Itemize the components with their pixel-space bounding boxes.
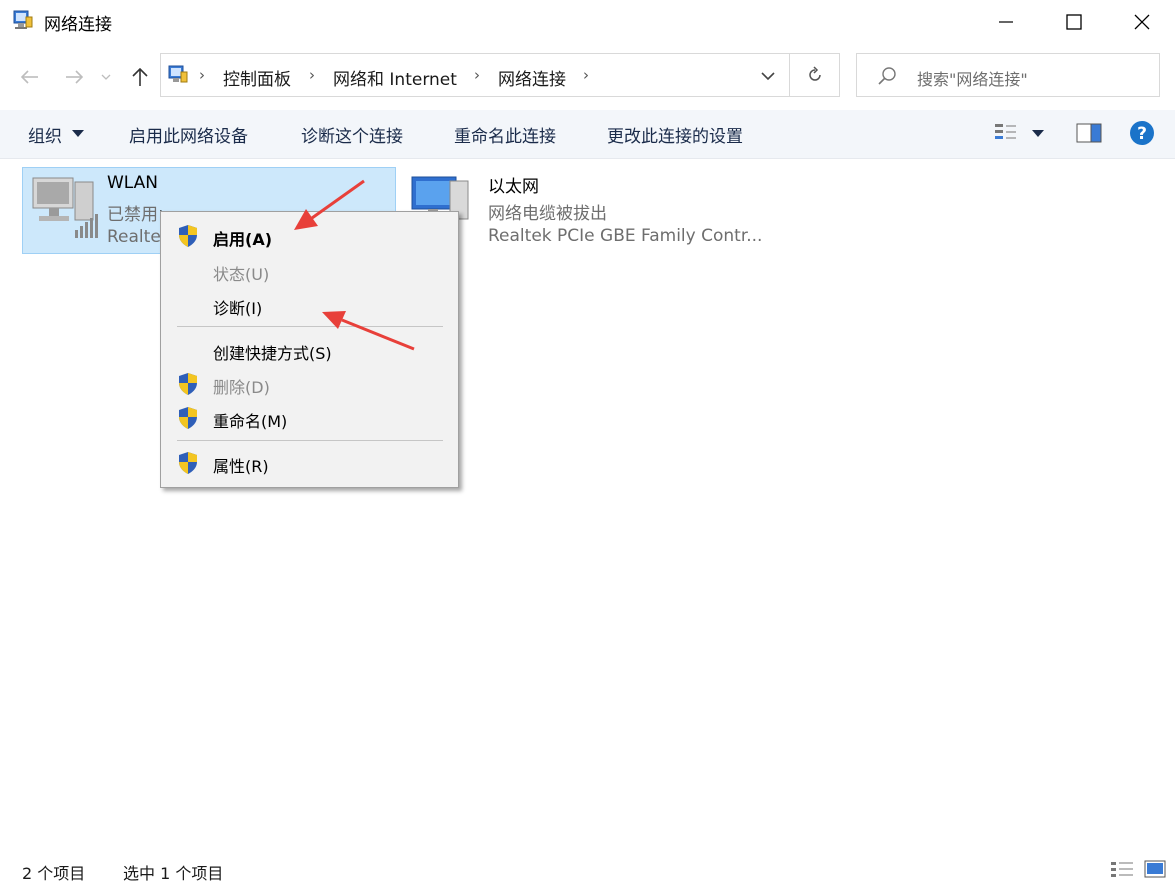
item-name: 以太网	[488, 177, 539, 197]
enable-device-button[interactable]: 启用此网络设备	[129, 122, 248, 147]
organize-menu[interactable]: 组织	[28, 122, 62, 147]
maximize-icon	[1066, 14, 1082, 30]
shield-icon	[179, 225, 197, 247]
arrow-left-icon	[21, 70, 38, 84]
breadcrumb-control-panel[interactable]: 控制面板	[223, 65, 291, 90]
rename-button[interactable]: 重命名此连接	[454, 122, 556, 147]
item-count: 2 个项目	[22, 864, 86, 883]
change-settings-button[interactable]: 更改此连接的设置	[607, 122, 743, 147]
breadcrumb-separator-icon: ›	[583, 66, 589, 84]
maximize-button[interactable]	[1040, 0, 1108, 44]
help-icon[interactable]: ?	[1129, 120, 1155, 146]
menu-item-delete[interactable]: 删除(D)	[213, 374, 270, 398]
shield-icon	[179, 373, 197, 395]
details-view-icon[interactable]	[1110, 860, 1134, 878]
network-connections-icon	[13, 10, 33, 29]
menu-item-properties[interactable]: 属性(R)	[213, 453, 269, 477]
wireless-adapter-icon	[32, 177, 98, 238]
chevron-down-icon	[101, 74, 111, 80]
view-dropdown-icon[interactable]	[1032, 130, 1044, 138]
menu-separator	[177, 440, 443, 441]
shield-icon	[179, 452, 197, 474]
list-item-ethernet[interactable]: 以太网 网络电缆被拔出 Realtek PCIe GBE Family Cont…	[404, 167, 804, 254]
shield-icon	[179, 407, 197, 429]
svg-text:?: ?	[1137, 124, 1147, 144]
item-adapter: Realtek PCIe GBE Family Contr...	[488, 226, 763, 246]
back-button[interactable]	[15, 62, 45, 92]
selected-count: 选中 1 个项目	[123, 864, 224, 883]
forward-button[interactable]	[59, 62, 89, 92]
refresh-icon	[808, 66, 821, 81]
close-button[interactable]	[1108, 0, 1175, 44]
chevron-down-icon	[72, 130, 84, 137]
arrow-right-icon	[66, 70, 83, 84]
address-dropdown-icon[interactable]	[761, 71, 775, 81]
large-icons-view-icon[interactable]	[1144, 859, 1166, 879]
search-placeholder: 搜索"网络连接"	[917, 70, 1028, 89]
network-folder-icon	[168, 65, 188, 83]
minimize-icon	[999, 21, 1013, 23]
up-button[interactable]	[125, 62, 155, 92]
menu-item-diagnose[interactable]: 诊断(I)	[213, 295, 262, 319]
search-icon	[878, 67, 896, 85]
menu-item-rename[interactable]: 重命名(M)	[213, 408, 287, 432]
address-bar[interactable]: › 控制面板 › 网络和 Internet › 网络连接 ›	[160, 53, 790, 97]
refresh-button[interactable]	[790, 53, 840, 97]
item-name: WLAN	[107, 173, 159, 193]
item-status: 网络电缆被拔出	[488, 204, 607, 224]
diagnose-button[interactable]: 诊断这个连接	[301, 122, 403, 147]
close-icon	[1134, 14, 1150, 30]
view-options-icon[interactable]	[994, 122, 1018, 144]
menu-separator	[177, 326, 443, 327]
breadcrumb-separator-icon: ›	[474, 66, 480, 84]
breadcrumb-network-internet[interactable]: 网络和 Internet	[333, 65, 457, 90]
menu-item-enable[interactable]: 启用(A)	[213, 226, 272, 250]
window-title: 网络连接	[44, 15, 112, 35]
breadcrumb-network-connections[interactable]: 网络连接	[498, 65, 566, 90]
item-status: 已禁用	[107, 205, 158, 225]
command-bar: 组织 启用此网络设备 诊断这个连接 重命名此连接 更改此连接的设置 ?	[0, 110, 1175, 159]
minimize-button[interactable]	[972, 0, 1040, 44]
item-adapter: Realte	[107, 227, 161, 247]
search-box[interactable]: 搜索"网络连接"	[856, 53, 1160, 97]
menu-item-create-shortcut[interactable]: 创建快捷方式(S)	[213, 340, 332, 364]
menu-item-status[interactable]: 状态(U)	[213, 261, 269, 285]
title-bar: 网络连接	[0, 0, 1175, 44]
status-bar: 2 个项目 选中 1 个项目	[0, 852, 1175, 885]
preview-pane-icon[interactable]	[1076, 122, 1102, 144]
context-menu: 启用(A) 状态(U) 诊断(I) 创建快捷方式(S) 删除(D) 重命名(M)…	[160, 211, 459, 488]
breadcrumb-separator-icon: ›	[199, 66, 205, 84]
arrow-up-icon	[132, 68, 148, 86]
recent-locations-button[interactable]	[96, 62, 116, 92]
breadcrumb-separator-icon: ›	[309, 66, 315, 84]
